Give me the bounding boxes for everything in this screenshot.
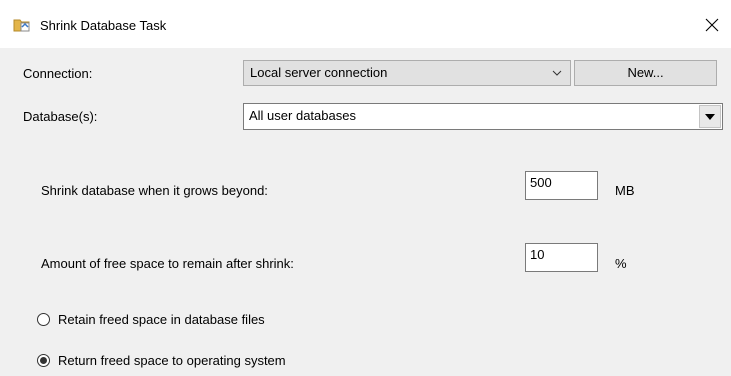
retain-freed-space-radio[interactable]: [37, 313, 50, 326]
connection-label: Connection:: [23, 66, 93, 81]
connection-dropdown-value: Local server connection: [250, 65, 388, 80]
dropdown-arrow-icon: [705, 113, 715, 120]
chevron-down-icon: [551, 67, 563, 79]
return-freed-space-label[interactable]: Return freed space to operating system: [58, 353, 286, 368]
close-button[interactable]: [700, 13, 724, 37]
free-space-input[interactable]: 10: [525, 243, 598, 272]
radio-selected-dot: [40, 357, 47, 364]
title-bar: Shrink Database Task: [0, 0, 731, 48]
connection-dropdown[interactable]: Local server connection: [243, 60, 571, 86]
shrink-database-task-icon: [13, 17, 31, 33]
window-title: Shrink Database Task: [40, 18, 167, 33]
shrink-threshold-unit: MB: [615, 183, 635, 198]
databases-dropdown-button[interactable]: [699, 105, 721, 128]
retain-freed-space-label[interactable]: Retain freed space in database files: [58, 312, 265, 327]
free-space-unit: %: [615, 256, 627, 271]
databases-dropdown[interactable]: All user databases: [243, 103, 723, 130]
close-icon: [705, 18, 719, 32]
shrink-threshold-label: Shrink database when it grows beyond:: [41, 183, 268, 198]
databases-dropdown-value: All user databases: [249, 108, 356, 123]
shrink-database-task-dialog: Shrink Database Task Connection: Local s…: [0, 0, 731, 376]
shrink-threshold-input[interactable]: 500: [525, 171, 598, 200]
free-space-label: Amount of free space to remain after shr…: [41, 256, 294, 271]
databases-label: Database(s):: [23, 109, 98, 124]
return-freed-space-radio[interactable]: [37, 354, 50, 367]
new-connection-button[interactable]: New...: [574, 60, 717, 86]
